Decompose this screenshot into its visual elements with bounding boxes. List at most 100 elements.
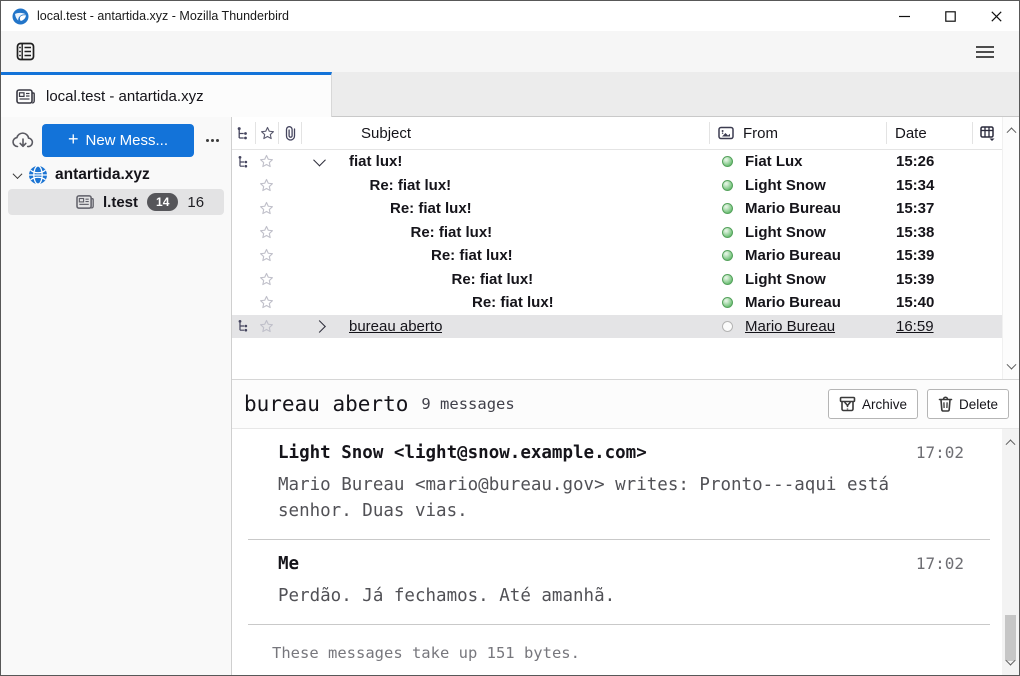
message-body: Perdão. Já fechamos. Até amanhã. (278, 583, 964, 609)
read-status-dot[interactable] (722, 227, 733, 238)
maximize-button[interactable] (927, 1, 973, 31)
message-subject: Re: fiat lux! (411, 224, 493, 241)
thread-icon (237, 319, 251, 333)
message-date: 15:26 (888, 153, 973, 170)
tab-label: local.test - antartida.xyz (46, 88, 204, 105)
message-row[interactable]: Re: fiat lux! Light Snow 15:34 (232, 174, 1002, 198)
delete-label: Delete (959, 397, 998, 412)
star-icon (260, 126, 275, 141)
titlebar: local.test - antartida.xyz - Mozilla Thu… (1, 1, 1019, 31)
read-status-dot[interactable] (722, 180, 733, 191)
message-date: 15:39 (888, 271, 973, 288)
message-author: Light Snow <light@snow.example.com> (278, 443, 647, 463)
twisty-icon[interactable] (299, 322, 339, 331)
tab-local-test[interactable]: local.test - antartida.xyz (1, 72, 332, 117)
folder-total-count: 16 (187, 194, 204, 211)
window-title: local.test - antartida.xyz - Mozilla Thu… (37, 9, 289, 23)
message-row[interactable]: Re: fiat lux! Light Snow 15:38 (232, 221, 1002, 245)
attachment-column-header[interactable] (279, 121, 301, 145)
archive-icon (839, 396, 856, 412)
scroll-down-button[interactable] (1002, 655, 1018, 671)
message-row[interactable]: Re: fiat lux! Light Snow 15:39 (232, 268, 1002, 292)
status-column-header[interactable] (710, 121, 741, 145)
message-author: Me (278, 554, 299, 574)
thread-message-count: 9 messages (421, 395, 514, 413)
unified-toolbar (1, 31, 1019, 72)
delete-icon (938, 396, 953, 412)
column-picker-button[interactable] (973, 121, 1002, 145)
message-list-scrollbar[interactable] (1002, 117, 1019, 379)
new-message-button[interactable]: + New Mess... (42, 124, 194, 157)
new-message-label: New Mess... (86, 132, 169, 149)
collapse-chevron-icon[interactable] (13, 169, 23, 179)
scroll-down-button[interactable] (1003, 359, 1019, 375)
thread-icon (236, 126, 251, 141)
message-subject: Re: fiat lux! (390, 200, 472, 217)
get-messages-button[interactable] (9, 127, 37, 155)
thread-header: bureau aberto 9 messages Archive Delete (232, 379, 1019, 429)
message-item[interactable]: Me 17:02 Perdão. Já fechamos. Até amanhã… (248, 540, 990, 609)
read-status-dot[interactable] (722, 156, 733, 167)
read-status-dot[interactable] (722, 250, 733, 261)
spaces-toolbar-button[interactable] (10, 37, 40, 67)
star-icon[interactable] (255, 154, 277, 169)
scroll-up-button[interactable] (1002, 433, 1018, 449)
folder-item-ltest[interactable]: l.test 14 16 (8, 189, 224, 215)
read-status-dot[interactable] (722, 203, 733, 214)
subject-column-header[interactable]: Subject (302, 125, 709, 142)
message-from: Mario Bureau (743, 200, 888, 217)
message-list-header: Subject From Date (232, 117, 1002, 150)
message-from: Mario Bureau (743, 318, 888, 335)
twisty-icon[interactable] (299, 157, 339, 166)
reader-size-footer: These messages take up 151 bytes. (248, 625, 990, 662)
unread-badge: 14 (147, 193, 178, 211)
thunderbird-window: local.test - antartida.xyz - Mozilla Thu… (0, 0, 1020, 676)
message-item[interactable]: Light Snow <light@snow.example.com> 17:0… (248, 429, 990, 524)
star-icon[interactable] (255, 295, 277, 310)
newsgroup-icon (76, 194, 94, 210)
star-icon[interactable] (255, 319, 277, 334)
account-name: antartida.xyz (55, 166, 150, 184)
message-row[interactable]: Re: fiat lux! Mario Bureau 15:40 (232, 291, 1002, 315)
message-time: 17:02 (916, 554, 964, 573)
thread-column-header[interactable] (232, 121, 255, 145)
message-from: Fiat Lux (743, 153, 888, 170)
from-column-header[interactable]: From (741, 125, 886, 142)
message-from: Mario Bureau (743, 247, 888, 264)
message-subject: Re: fiat lux! (431, 247, 513, 264)
star-icon[interactable] (255, 178, 277, 193)
folder-pane-options-button[interactable] (199, 128, 225, 154)
globe-icon (28, 165, 48, 185)
reader-scrollbar[interactable] (1002, 429, 1019, 675)
message-date: 15:40 (888, 294, 973, 311)
column-picker-icon (980, 126, 996, 141)
date-column-header[interactable]: Date (887, 125, 972, 142)
app-menu-button[interactable] (969, 38, 1001, 66)
star-icon[interactable] (255, 201, 277, 216)
read-status-dot[interactable] (722, 274, 733, 285)
message-row[interactable]: bureau aberto Mario Bureau 16:59 (232, 315, 1002, 339)
message-date: 15:34 (888, 177, 973, 194)
message-reader-content: Light Snow <light@snow.example.com> 17:0… (232, 429, 1002, 675)
message-row[interactable]: Re: fiat lux! Mario Bureau 15:37 (232, 197, 1002, 221)
read-status-dot[interactable] (722, 321, 733, 332)
minimize-button[interactable] (881, 1, 927, 31)
status-icon (718, 126, 734, 140)
message-date: 15:39 (888, 247, 973, 264)
tab-bar: local.test - antartida.xyz (1, 72, 1019, 117)
message-row[interactable]: Re: fiat lux! Mario Bureau 15:39 (232, 244, 1002, 268)
message-subject: Re: fiat lux! (452, 271, 534, 288)
read-status-dot[interactable] (722, 297, 733, 308)
delete-button[interactable]: Delete (927, 389, 1009, 419)
close-button[interactable] (973, 1, 1019, 31)
message-rows: fiat lux! Fiat Lux 15:26 Re: fiat lux! L… (232, 150, 1002, 379)
thread-icon (237, 155, 251, 169)
star-icon[interactable] (255, 272, 277, 287)
scroll-up-button[interactable] (1003, 121, 1019, 137)
archive-button[interactable]: Archive (828, 389, 918, 419)
star-icon[interactable] (255, 225, 277, 240)
message-row[interactable]: fiat lux! Fiat Lux 15:26 (232, 150, 1002, 174)
account-row[interactable]: antartida.xyz (1, 162, 231, 188)
star-column-header[interactable] (256, 121, 278, 145)
star-icon[interactable] (255, 248, 277, 263)
